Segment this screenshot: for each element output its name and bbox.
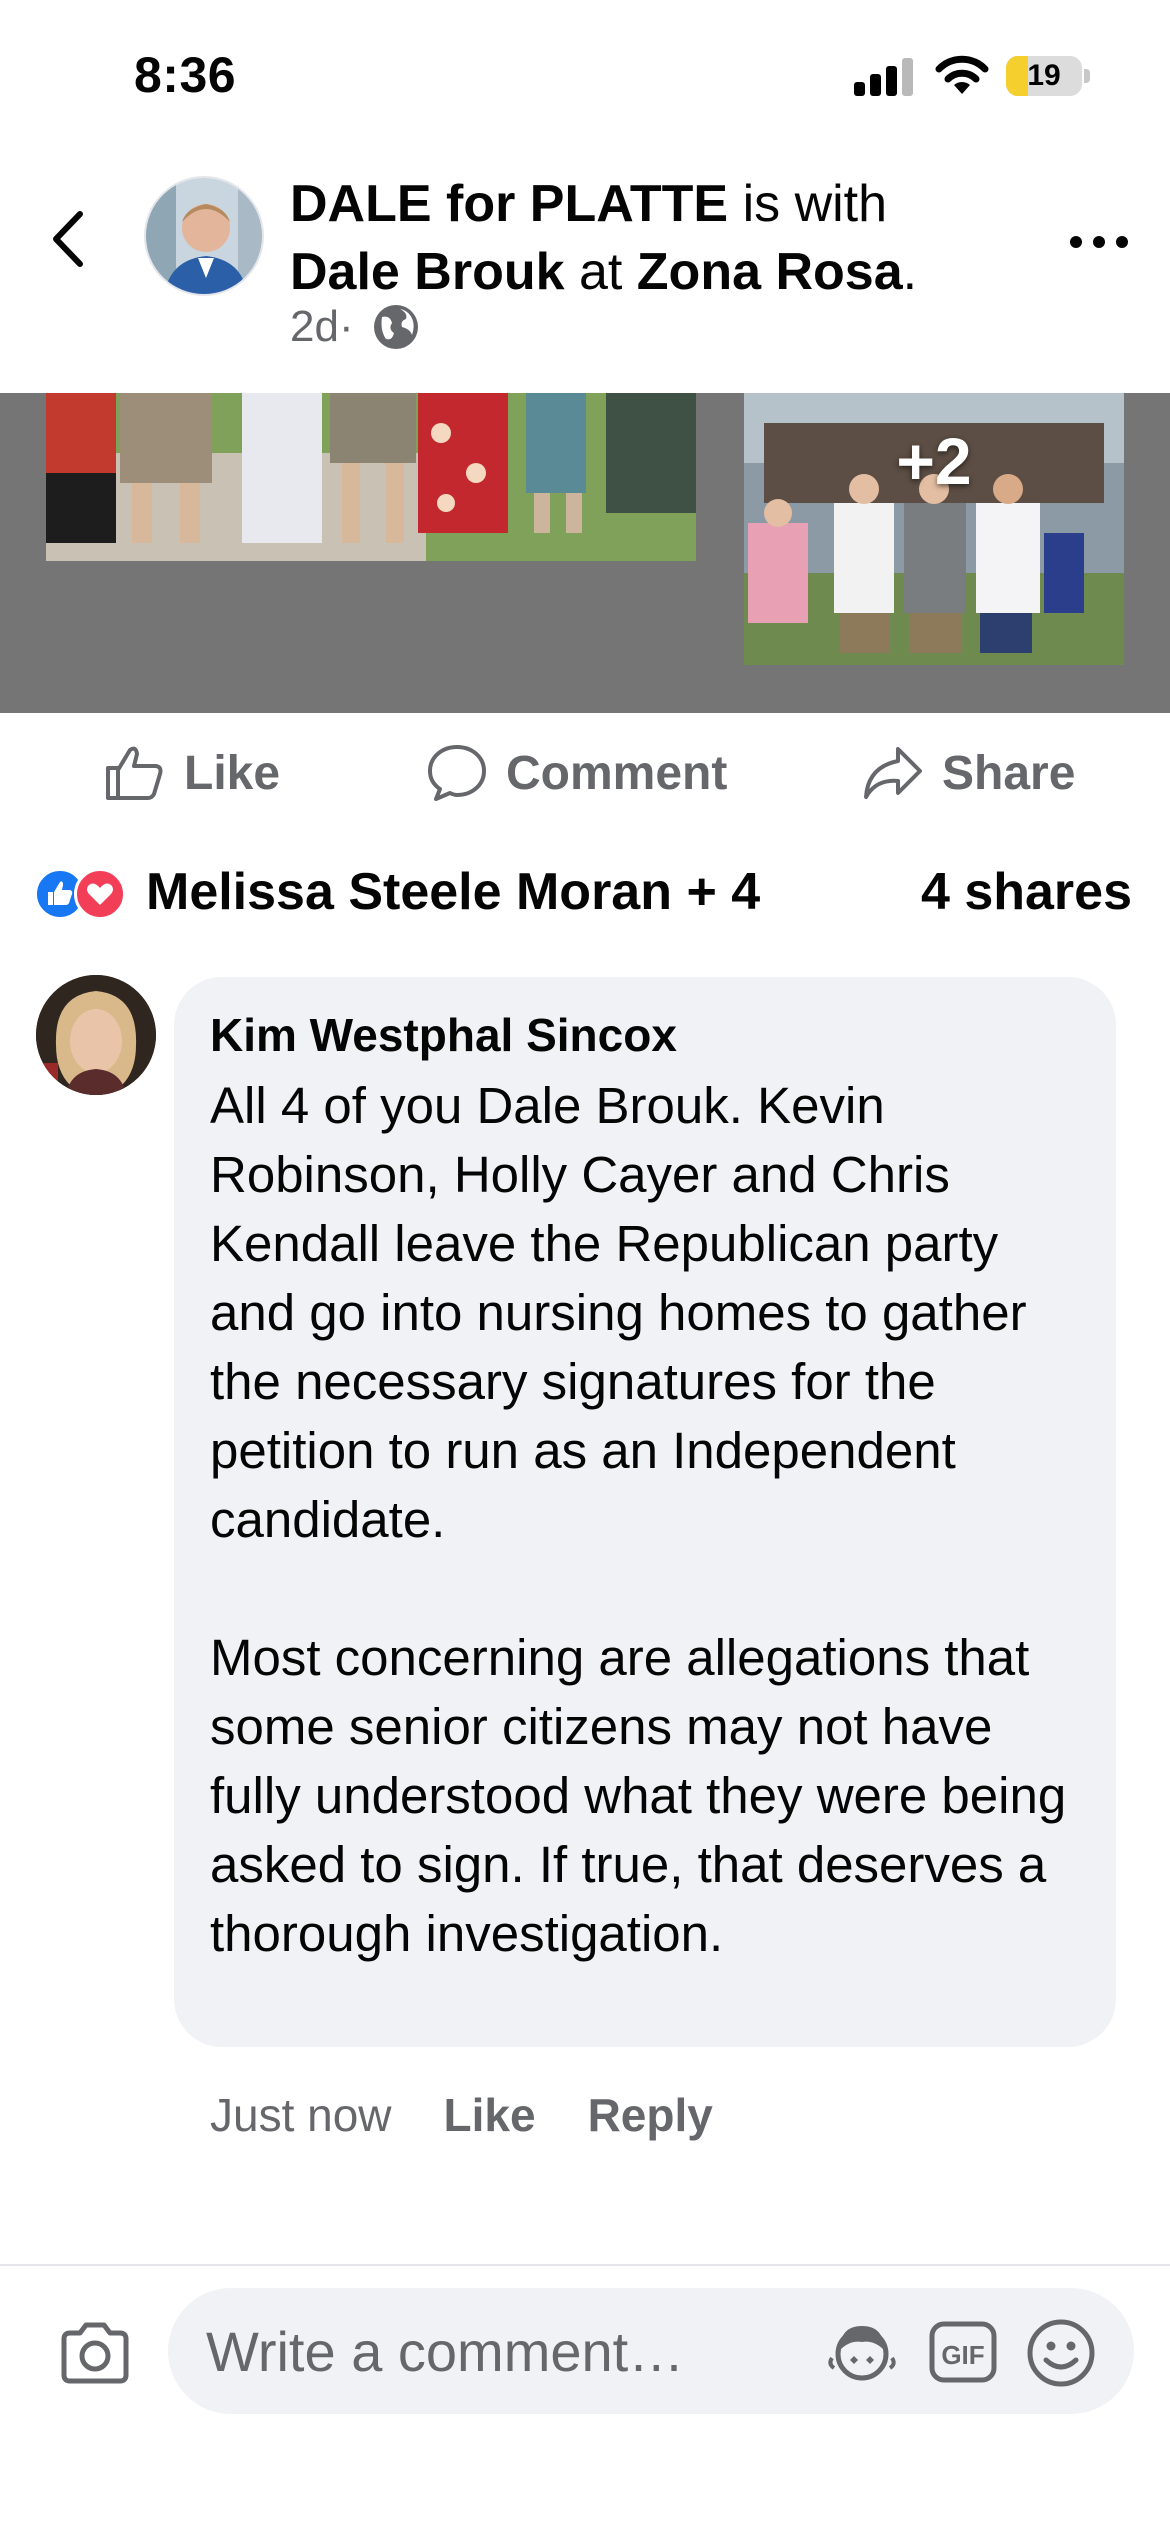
post-action-bar: Like Comment Share — [0, 713, 1170, 833]
comment-composer: GIF — [0, 2264, 1170, 2532]
page-avatar[interactable] — [144, 176, 264, 296]
comment-input-container[interactable]: GIF — [168, 2288, 1134, 2414]
meta-separator: · — [338, 302, 354, 351]
love-icon — [74, 868, 126, 920]
cellular-signal-icon — [854, 56, 914, 96]
post-header: DALE for PLATTE is with Dale Brouk at Zo… — [0, 150, 1170, 393]
comment-body: All 4 of you Dale Brouk. Kevin Robinson,… — [210, 1071, 1080, 1968]
post-age[interactable]: 2d — [290, 302, 339, 352]
reaction-summary[interactable]: Melissa Steele Moran + 4 — [146, 862, 760, 922]
status-bar: 8:36 19 — [0, 0, 1170, 150]
gif-label: GIF — [941, 2340, 984, 2370]
avatar-image — [36, 975, 156, 1095]
at-text: at — [564, 243, 637, 301]
battery-icon: 19 — [1006, 56, 1090, 96]
comment-input[interactable] — [206, 2288, 766, 2414]
photo-gallery: +2 — [0, 393, 1170, 713]
avatar-image — [146, 178, 262, 294]
comment-paragraph: Most concerning are allegations that som… — [210, 1629, 1067, 1962]
comment-button[interactable]: Comment — [426, 743, 727, 803]
avatar-sticker-icon[interactable] — [826, 2320, 898, 2384]
location-link[interactable]: Zona Rosa — [637, 243, 903, 301]
wifi-icon — [935, 55, 989, 94]
commenter-avatar[interactable] — [36, 975, 156, 1095]
comment-label: Comment — [506, 746, 728, 800]
comment-timestamp: Just now — [210, 2089, 392, 2141]
battery-level: 19 — [1027, 59, 1061, 92]
comment-paragraph: All 4 of you Dale Brouk. Kevin Robinson,… — [210, 1077, 1027, 1548]
is-with-text: is with — [728, 175, 888, 233]
comment-bubble-icon — [428, 745, 486, 801]
thumbs-up-icon — [106, 746, 163, 800]
tagged-person-link[interactable]: Dale Brouk — [290, 243, 565, 301]
camera-icon[interactable] — [58, 2321, 132, 2385]
globe-icon — [373, 305, 418, 349]
post-meta: 2d · — [290, 302, 420, 352]
post-author-line: DALE for PLATTE is with Dale Brouk at Zo… — [290, 170, 1010, 306]
reaction-icons — [34, 868, 134, 920]
page-name-link[interactable]: DALE for PLATTE — [290, 175, 728, 233]
period-text: . — [902, 243, 918, 301]
post-photo-2[interactable]: +2 — [744, 393, 1124, 665]
comment-meta: Just now Like Reply — [210, 2080, 713, 2150]
share-button[interactable]: Share — [862, 743, 1075, 803]
reactions-row[interactable]: Melissa Steele Moran + 4 4 shares — [0, 848, 1170, 938]
post-photo-1[interactable] — [46, 393, 696, 561]
group-photo-image — [46, 393, 696, 561]
share-label: Share — [942, 746, 1076, 800]
emoji-icon[interactable] — [1024, 2316, 1098, 2390]
comment-author[interactable]: Kim Westphal Sincox — [210, 1005, 1080, 1065]
share-arrow-icon — [864, 747, 922, 799]
gif-button[interactable]: GIF — [928, 2320, 998, 2384]
gif-icon: GIF — [929, 2321, 997, 2383]
more-options-icon[interactable] — [1064, 222, 1134, 262]
back-button[interactable] — [40, 204, 100, 274]
like-label: Like — [184, 746, 281, 800]
comment-bubble[interactable]: Kim Westphal Sincox All 4 of you Dale Br… — [174, 977, 1116, 2047]
more-photos-count: +2 — [896, 424, 972, 498]
like-button[interactable]: Like — [104, 743, 280, 803]
comment-like-button[interactable]: Like — [444, 2088, 536, 2142]
comment-reply-button[interactable]: Reply — [588, 2088, 713, 2142]
shares-count[interactable]: 4 shares — [921, 862, 1132, 922]
status-time: 8:36 — [134, 47, 237, 103]
